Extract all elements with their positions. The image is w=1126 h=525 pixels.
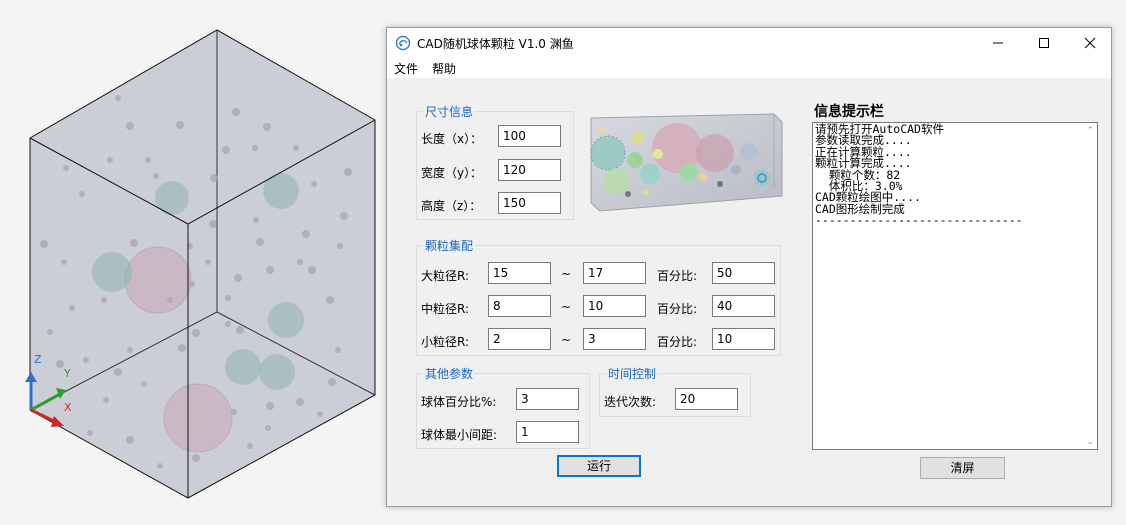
medium-percent-input[interactable]: 40 [712,295,775,317]
small-radius-label: 小粒径R: [421,335,470,349]
other-params-legend: 其他参数 [425,367,474,381]
grading-group-legend: 颗粒集配 [425,239,474,253]
ucs-axes-icon [25,372,66,427]
time-control-legend: 时间控制 [608,367,657,381]
scroll-down-icon[interactable]: ⌄ [1086,437,1094,447]
width-input[interactable]: 120 [498,159,561,181]
iterations-label: 迭代次数: [604,395,657,409]
medium-radius-min-input[interactable]: 8 [488,295,551,317]
close-button[interactable] [1067,28,1113,58]
close-icon [1084,37,1096,49]
maximize-icon [1039,38,1049,48]
height-label: 高度（z）： [421,199,482,213]
small-percent-label: 百分比: [657,335,698,349]
small-radius-min-input[interactable]: 2 [488,328,551,350]
axis-x-label: X [64,401,72,414]
axis-z-label: Z [34,353,42,366]
range-tilde: ~ [561,333,572,347]
scroll-up-icon[interactable]: ⌃ [1086,126,1094,136]
app-window: CAD随机球体颗粒 V1.0 渊鱼 文件 帮助 尺寸信息 长度（x）： 100 … [386,27,1112,507]
large-percent-label: 百分比: [657,269,698,283]
small-percent-input[interactable]: 10 [712,328,775,350]
large-radius-max-input[interactable]: 17 [583,262,646,284]
medium-radius-label: 中粒径R: [421,302,470,316]
height-input[interactable]: 150 [498,192,561,214]
menu-bar: 文件 帮助 [387,58,1111,78]
clear-button[interactable]: 清屏 [920,457,1005,479]
run-button[interactable]: 运行 [557,455,641,477]
min-spacing-input[interactable]: 1 [516,421,579,443]
large-percent-input[interactable]: 50 [712,262,775,284]
range-tilde: ~ [561,267,572,281]
menu-file[interactable]: 文件 [394,60,418,77]
sphere-percent-input[interactable]: 3 [516,388,579,410]
min-spacing-label: 球体最小间距: [421,428,498,442]
maximize-button[interactable] [1021,28,1067,58]
large-radius-min-input[interactable]: 15 [488,262,551,284]
medium-radius-max-input[interactable]: 10 [583,295,646,317]
info-lines: 请预先打开AutoCAD软件 参数读取完成.... 正在计算颗粒.... 颗粒计… [815,123,1023,228]
preview-image [590,113,783,212]
window-title: CAD随机球体颗粒 V1.0 渊鱼 [417,37,574,51]
cad-viewport[interactable]: Z Y X [0,0,386,525]
cube-drawing [29,29,376,499]
menu-help[interactable]: 帮助 [432,60,456,77]
info-line: ------------------------------ [815,213,1023,228]
info-panel-title: 信息提示栏 [814,104,884,120]
minimize-icon [993,42,1003,44]
sphere-percent-label: 球体百分比%: [421,395,497,409]
app-icon [395,35,411,51]
iterations-input[interactable]: 20 [675,388,738,410]
title-bar[interactable]: CAD随机球体颗粒 V1.0 渊鱼 [387,28,1111,58]
length-label: 长度（x）： [421,132,483,146]
size-group-legend: 尺寸信息 [425,105,474,119]
medium-percent-label: 百分比: [657,302,698,316]
large-radius-label: 大粒径R: [421,269,470,283]
axis-y-label: Y [64,367,71,380]
width-label: 宽度（y）： [421,166,483,180]
minimize-button[interactable] [975,28,1021,58]
range-tilde: ~ [561,300,572,314]
length-input[interactable]: 100 [498,125,561,147]
small-radius-max-input[interactable]: 3 [583,328,646,350]
info-textbox[interactable]: 请预先打开AutoCAD软件 参数读取完成.... 正在计算颗粒.... 颗粒计… [812,122,1098,450]
